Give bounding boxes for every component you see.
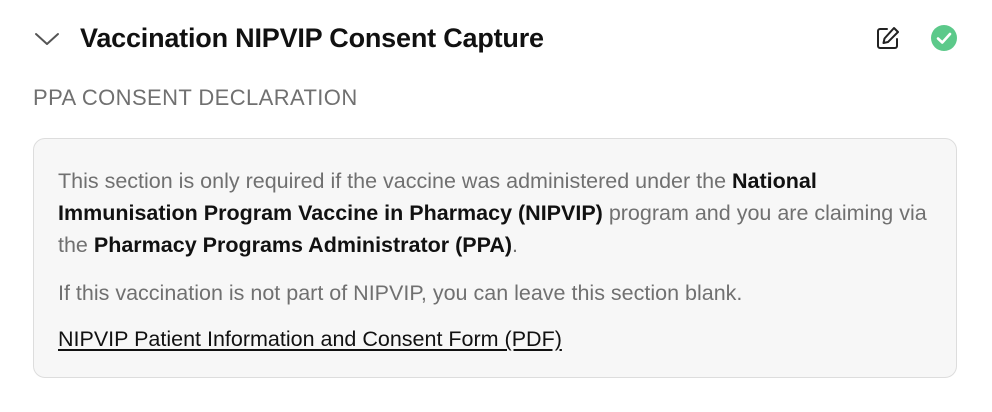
intro-text: This section is only required if the vac…: [58, 169, 733, 193]
note-paragraph: If this vaccination is not part of NIPVI…: [58, 281, 743, 305]
collapse-toggle[interactable]: [32, 26, 62, 52]
edit-button[interactable]: [873, 23, 903, 53]
section-heading: PPA CONSENT DECLARATION: [33, 85, 358, 110]
consent-capture-page: Vaccination NIPVIP Consent Capture PPA C…: [0, 0, 992, 412]
ppa-name: Pharmacy Programs Administrator (PPA): [93, 233, 513, 257]
check-circle-icon: [931, 25, 957, 51]
chevron-down-icon: [35, 33, 59, 45]
section-header: Vaccination NIPVIP Consent Capture: [0, 0, 992, 76]
intro-paragraph: This section is only required if the vac…: [58, 165, 932, 261]
intro-text: .: [512, 233, 519, 257]
consent-form-pdf-link[interactable]: NIPVIP Patient Information and Consent F…: [58, 324, 562, 354]
edit-icon: [877, 27, 899, 49]
page-title: Vaccination NIPVIP Consent Capture: [80, 23, 544, 53]
info-panel: This section is only required if the vac…: [33, 138, 957, 378]
